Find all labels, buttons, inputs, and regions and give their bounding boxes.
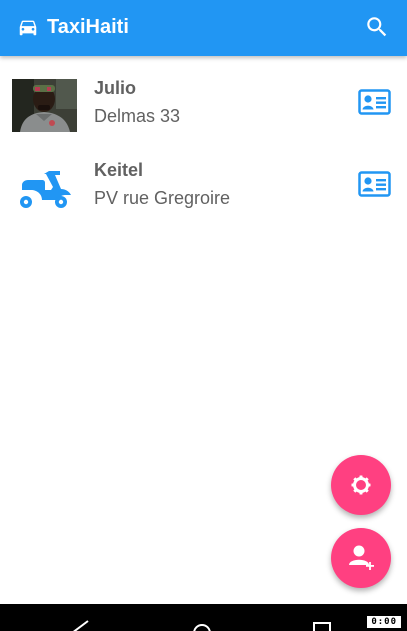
add-user-icon bbox=[349, 545, 374, 570]
recents-icon[interactable] bbox=[310, 619, 334, 631]
driver-address: Delmas 33 bbox=[94, 106, 181, 126]
search-icon[interactable] bbox=[364, 14, 390, 40]
avatar bbox=[12, 79, 77, 132]
app-title: TaxiHaiti bbox=[47, 16, 129, 38]
clock: 0:00 bbox=[367, 616, 401, 628]
add-user-button[interactable] bbox=[331, 528, 391, 588]
contact-card-icon[interactable] bbox=[358, 89, 391, 115]
avatar bbox=[12, 161, 77, 214]
driver-list: Julio Delmas 33 Keitel PV rue Gregroire bbox=[0, 56, 407, 220]
driver-name: Keitel bbox=[94, 160, 144, 180]
car-icon bbox=[19, 20, 37, 36]
app-screen: TaxiHaiti Julio Delmas 33 Keitel PV rue … bbox=[0, 0, 407, 631]
navigation-bar: 0:00 bbox=[0, 604, 407, 631]
driver-name: Julio bbox=[94, 78, 137, 98]
list-item[interactable]: Julio Delmas 33 bbox=[0, 56, 407, 138]
scooter-icon bbox=[20, 171, 71, 208]
app-bar: TaxiHaiti bbox=[0, 0, 407, 56]
list-item[interactable]: Keitel PV rue Gregroire bbox=[0, 138, 407, 220]
driver-address: PV rue Gregroire bbox=[94, 188, 231, 208]
contact-card-icon[interactable] bbox=[358, 171, 391, 197]
back-icon[interactable] bbox=[68, 619, 92, 631]
home-icon[interactable] bbox=[190, 619, 214, 631]
settings-button[interactable] bbox=[331, 455, 391, 515]
gear-icon bbox=[351, 475, 371, 495]
